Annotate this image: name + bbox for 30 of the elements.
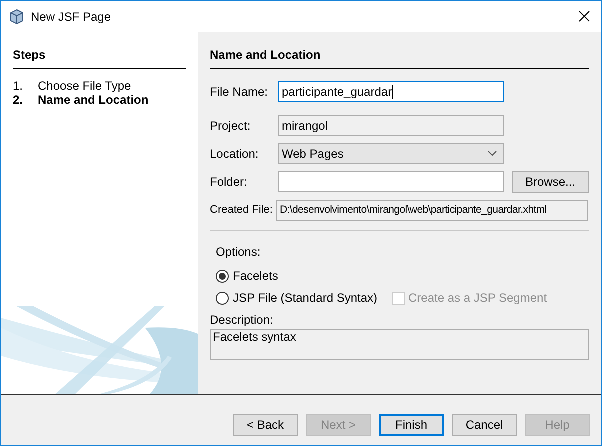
panel-heading: Name and Location: [210, 48, 321, 62]
description-label: Description:: [210, 312, 274, 329]
field-label: Project:: [210, 118, 252, 134]
dialog-button[interactable]: < Back: [233, 414, 298, 436]
radio-button[interactable]: [216, 270, 229, 282]
folder-field[interactable]: [278, 171, 504, 192]
field-label: File Name:: [210, 84, 270, 100]
radio-button[interactable]: [216, 292, 229, 304]
checkbox-label: Create as a JSP Segment: [408, 290, 548, 307]
dialog-button[interactable]: Cancel: [452, 414, 517, 436]
field-label: Location:: [210, 146, 260, 162]
steps-heading: Steps: [13, 48, 46, 62]
project-field: mirangol: [278, 115, 504, 136]
file-name-field[interactable]: participante_guardar: [278, 81, 504, 102]
chevron-down-icon: [488, 151, 497, 156]
radio-label: JSP File (Standard Syntax): [233, 290, 378, 307]
step-item: 2. Name and Location: [13, 93, 150, 107]
description-box: Facelets syntax: [210, 329, 589, 360]
radio-label: Facelets: [233, 268, 278, 285]
browse-button[interactable]: Browse...: [512, 171, 589, 193]
field-label: Created File:: [210, 203, 274, 218]
location-dropdown[interactable]: Web Pages: [278, 143, 504, 164]
created-file-field: D:\desenvolvimento\mirangol\web\participante_guardar.xhtml: [276, 200, 588, 221]
close-icon[interactable]: [579, 11, 590, 22]
step-item: 1. Choose File Type: [13, 79, 132, 93]
cube-icon: [9, 8, 25, 24]
window-title: New JSF Page: [31, 8, 112, 26]
field-label: Folder:: [210, 174, 248, 191]
dialog-button[interactable]: Finish: [379, 414, 444, 436]
options-label: Options:: [216, 244, 262, 261]
